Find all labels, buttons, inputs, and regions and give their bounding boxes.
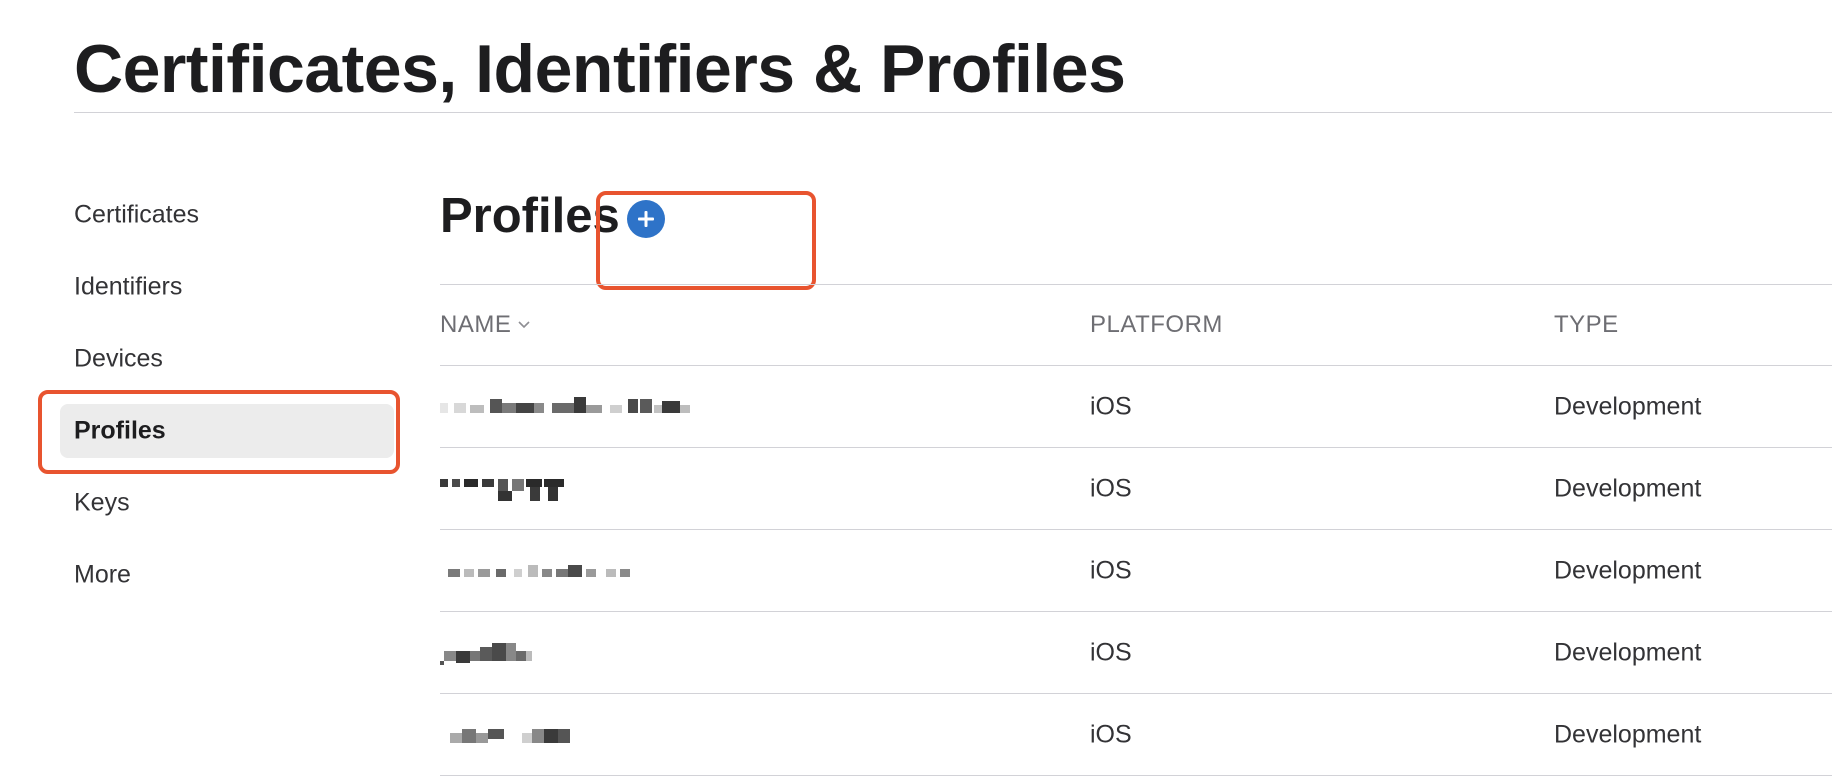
profile-name-redacted[interactable] xyxy=(440,639,730,667)
sidebar-item-label: More xyxy=(74,560,131,589)
profile-name-redacted[interactable] xyxy=(440,557,730,585)
table-row[interactable]: iOS Development xyxy=(440,612,1832,694)
profile-name-redacted[interactable] xyxy=(440,721,730,749)
column-header-name[interactable]: NAME xyxy=(440,311,531,339)
plus-circle-icon xyxy=(638,211,654,227)
sidebar-item-devices[interactable]: Devices xyxy=(60,332,394,386)
sidebar-item-label: Certificates xyxy=(74,200,200,229)
title-divider xyxy=(74,112,1832,113)
page-title: Certificates, Identifiers & Profiles xyxy=(74,31,1126,107)
sidebar-item-keys[interactable]: Keys xyxy=(60,476,394,530)
profile-platform: iOS xyxy=(1090,556,1132,584)
section-title: Profiles xyxy=(440,189,620,243)
table-row[interactable]: iOS Development xyxy=(440,366,1832,448)
profile-type: Development xyxy=(1554,392,1702,420)
sidebar-item-label: Keys xyxy=(74,488,130,517)
profiles-table: NAME PLATFORM TYPE iOS Development iOS D… xyxy=(440,284,1832,776)
column-header-type[interactable]: TYPE xyxy=(1554,311,1619,339)
sidebar-item-label: Profiles xyxy=(74,416,166,445)
profile-type: Development xyxy=(1554,556,1702,584)
column-header-label: NAME xyxy=(440,311,512,338)
profile-type: Development xyxy=(1554,474,1702,502)
profile-platform: iOS xyxy=(1090,474,1132,502)
table-row[interactable]: iOS Development xyxy=(440,448,1832,530)
table-header: NAME PLATFORM TYPE xyxy=(440,284,1832,366)
sidebar-item-label: Devices xyxy=(74,344,163,373)
annotation-highlight-add-button xyxy=(596,191,816,290)
table-row[interactable]: iOS Development xyxy=(440,694,1832,776)
profile-platform: iOS xyxy=(1090,392,1132,420)
sidebar-nav: Certificates Identifiers Devices Profile… xyxy=(60,188,394,620)
profile-platform: iOS xyxy=(1090,720,1132,748)
sidebar-item-identifiers[interactable]: Identifiers xyxy=(60,260,394,314)
profile-name-redacted[interactable] xyxy=(440,393,730,421)
sidebar-item-certificates[interactable]: Certificates xyxy=(60,188,394,242)
sidebar-item-profiles[interactable]: Profiles xyxy=(60,404,394,458)
sidebar-item-label: Identifiers xyxy=(74,272,183,301)
add-profile-button[interactable] xyxy=(627,200,665,238)
column-header-platform[interactable]: PLATFORM xyxy=(1090,311,1223,339)
profile-type: Development xyxy=(1554,638,1702,666)
profile-platform: iOS xyxy=(1090,638,1132,666)
profile-name-redacted[interactable] xyxy=(440,475,730,503)
sidebar-item-more[interactable]: More xyxy=(60,548,394,602)
table-row[interactable]: iOS Development xyxy=(440,530,1832,612)
chevron-down-icon xyxy=(518,321,530,329)
profile-type: Development xyxy=(1554,720,1702,748)
